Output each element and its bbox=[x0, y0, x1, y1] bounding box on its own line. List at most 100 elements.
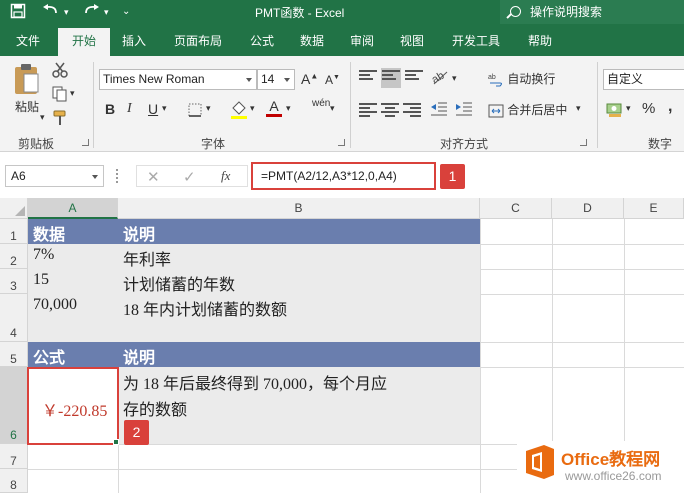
currency-dropdown-icon[interactable]: ▾ bbox=[626, 103, 631, 114]
font-color-dropdown-icon[interactable]: ▾ bbox=[286, 103, 291, 114]
cell-b6-line2[interactable]: 存的数额 bbox=[123, 396, 187, 420]
column-header-e[interactable]: E bbox=[624, 198, 684, 219]
cell-b4[interactable]: 18 年内计划储蓄的数额 bbox=[123, 296, 287, 320]
currency-button[interactable] bbox=[606, 100, 624, 121]
cell-b3[interactable]: 计划储蓄的年数 bbox=[123, 271, 235, 295]
watermark-url: www.office26.com bbox=[565, 469, 662, 483]
row-header-6[interactable]: 6 bbox=[0, 367, 28, 444]
column-header-a[interactable]: A bbox=[28, 198, 118, 219]
underline-button[interactable]: U bbox=[148, 101, 158, 117]
customize-toolbar-icon[interactable]: ⌄ bbox=[122, 3, 130, 21]
tab-developer[interactable]: 开发工具 bbox=[442, 24, 510, 56]
align-left-icon[interactable] bbox=[359, 103, 377, 117]
resize-handle[interactable] bbox=[116, 169, 119, 183]
name-box[interactable]: A6 bbox=[5, 165, 104, 187]
cell-b5[interactable]: 说明 bbox=[123, 344, 155, 368]
undo-icon[interactable] bbox=[42, 3, 60, 21]
tab-file[interactable]: 文件 bbox=[8, 24, 48, 56]
grow-font-button[interactable]: A▲ bbox=[301, 71, 318, 87]
fill-color-button[interactable] bbox=[230, 100, 248, 123]
group-divider bbox=[597, 62, 598, 148]
row-header-4[interactable]: 4 bbox=[0, 294, 28, 342]
number-format-combo[interactable]: 自定义 bbox=[603, 69, 684, 90]
increase-indent-icon[interactable] bbox=[455, 101, 473, 120]
tab-review[interactable]: 审阅 bbox=[342, 24, 382, 56]
align-top-icon[interactable] bbox=[359, 70, 377, 84]
cut-icon[interactable] bbox=[52, 62, 68, 81]
redo-dropdown-icon[interactable]: ▾ bbox=[104, 3, 109, 21]
orientation-button[interactable]: ab bbox=[430, 68, 450, 89]
save-icon[interactable] bbox=[10, 3, 26, 21]
merge-dropdown-icon[interactable]: ▾ bbox=[576, 103, 581, 114]
paste-button[interactable] bbox=[12, 62, 42, 99]
clipboard-launcher-icon[interactable] bbox=[82, 139, 89, 146]
redo-icon[interactable] bbox=[82, 3, 100, 21]
row-header-1[interactable]: 1 bbox=[0, 219, 28, 244]
font-size-combo[interactable]: 14 bbox=[257, 69, 295, 90]
format-painter-icon[interactable] bbox=[52, 110, 68, 129]
cell-b6-line1[interactable]: 为 18 年后最终得到 70,000，每个月应 bbox=[123, 370, 387, 394]
group-divider bbox=[350, 62, 351, 148]
wrap-text-button[interactable]: ab 自动换行 bbox=[488, 70, 555, 88]
row-header-3[interactable]: 3 bbox=[0, 269, 28, 294]
phonetic-dropdown-icon[interactable]: ▾ bbox=[330, 103, 335, 114]
tab-insert[interactable]: 插入 bbox=[114, 24, 154, 56]
cell-a4[interactable]: 70,000 bbox=[33, 296, 77, 314]
fill-color-dropdown-icon[interactable]: ▾ bbox=[250, 103, 255, 114]
bold-button[interactable]: B bbox=[105, 101, 115, 117]
cell-a5[interactable]: 公式 bbox=[33, 344, 65, 368]
phonetic-button[interactable]: wén bbox=[312, 98, 330, 109]
align-right-icon[interactable] bbox=[403, 103, 421, 117]
cell-a1[interactable]: 数据 bbox=[33, 221, 65, 245]
font-launcher-icon[interactable] bbox=[338, 139, 345, 146]
formula-input[interactable]: =PMT(A2/12,A3*12,0,A4) bbox=[251, 162, 436, 190]
tab-data[interactable]: 数据 bbox=[292, 24, 332, 56]
font-name-value: Times New Roman bbox=[103, 72, 205, 86]
font-color-button[interactable]: A bbox=[266, 98, 282, 117]
tab-page-layout[interactable]: 页面布局 bbox=[164, 24, 232, 56]
font-name-combo[interactable]: Times New Roman bbox=[99, 69, 257, 90]
cell-a6[interactable]: ￥-220.85 bbox=[42, 397, 107, 421]
tab-formulas[interactable]: 公式 bbox=[242, 24, 282, 56]
select-all-corner[interactable] bbox=[0, 198, 28, 219]
borders-icon bbox=[188, 103, 202, 117]
underline-dropdown-icon[interactable]: ▾ bbox=[162, 103, 167, 114]
undo-dropdown-icon[interactable]: ▾ bbox=[64, 3, 69, 21]
align-bottom-icon[interactable] bbox=[405, 70, 423, 84]
percent-button[interactable]: % bbox=[642, 100, 655, 117]
copy-dropdown-icon[interactable]: ▾ bbox=[70, 88, 75, 99]
shrink-font-button[interactable]: A▼ bbox=[325, 73, 340, 87]
comma-button[interactable]: , bbox=[668, 98, 672, 116]
tell-me-search[interactable]: 操作说明搜索 bbox=[500, 0, 684, 24]
decrease-indent-icon[interactable] bbox=[430, 101, 448, 120]
align-middle-icon[interactable] bbox=[381, 68, 401, 88]
column-header-b[interactable]: B bbox=[118, 198, 480, 219]
row-header-8[interactable]: 8 bbox=[0, 469, 28, 493]
tab-view[interactable]: 视图 bbox=[392, 24, 432, 56]
merge-center-button[interactable]: 合并后居中 bbox=[488, 101, 567, 119]
cell-a2[interactable]: 7% bbox=[33, 246, 54, 264]
column-header-c[interactable]: C bbox=[480, 198, 552, 219]
alignment-launcher-icon[interactable] bbox=[580, 139, 587, 146]
cell-a3[interactable]: 15 bbox=[33, 271, 49, 289]
borders-button[interactable] bbox=[188, 103, 202, 120]
copy-icon[interactable] bbox=[52, 86, 68, 105]
cancel-icon[interactable]: ✕ bbox=[147, 168, 160, 186]
row-header-7[interactable]: 7 bbox=[0, 444, 28, 469]
orientation-dropdown-icon[interactable]: ▾ bbox=[452, 73, 457, 84]
tab-home[interactable]: 开始 bbox=[58, 28, 110, 56]
borders-dropdown-icon[interactable]: ▾ bbox=[206, 103, 211, 114]
italic-button[interactable]: I bbox=[127, 101, 132, 117]
fill-handle[interactable] bbox=[113, 439, 119, 445]
tab-help[interactable]: 帮助 bbox=[520, 24, 560, 56]
cell-b2[interactable]: 年利率 bbox=[123, 246, 171, 270]
align-center-icon[interactable] bbox=[381, 103, 399, 117]
paste-label[interactable]: 粘贴 bbox=[15, 98, 39, 115]
row-header-2[interactable]: 2 bbox=[0, 244, 28, 269]
enter-icon[interactable]: ✓ bbox=[183, 168, 196, 186]
insert-function-icon[interactable]: fx bbox=[221, 168, 230, 184]
cell-b1[interactable]: 说明 bbox=[123, 221, 155, 245]
row-header-5[interactable]: 5 bbox=[0, 342, 28, 367]
column-header-d[interactable]: D bbox=[552, 198, 624, 219]
paste-dropdown-icon[interactable]: ▾ bbox=[40, 112, 45, 123]
